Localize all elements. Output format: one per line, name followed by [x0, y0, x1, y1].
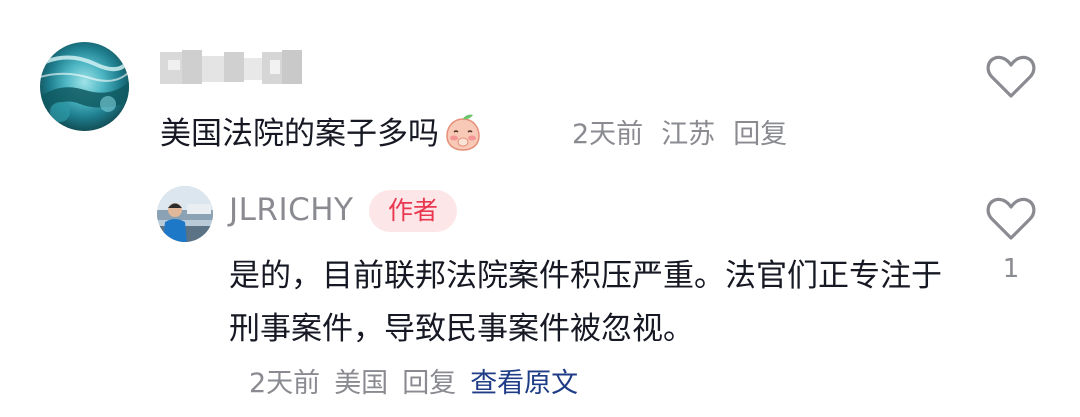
comment-reply-button[interactable]: 回复 — [733, 119, 787, 150]
reply-text-block: 是的，目前联邦法院案件积压严重。法官们正专注于刑事案件，导致民事案件被忽视。 2天… — [229, 250, 949, 410]
author-username[interactable]: JLRICHY — [229, 188, 354, 232]
reply-location: 美国 — [334, 368, 389, 399]
reply-like-count: 1 — [1002, 254, 1020, 284]
reply-time: 2天前 — [249, 368, 321, 399]
reply-like-heart-icon[interactable] — [986, 196, 1036, 242]
reply-body: 是的，目前联邦法院案件积压严重。法官们正专注于刑事案件，导致民事案件被忽视。 — [229, 258, 942, 347]
view-original-link[interactable]: 查看原文 — [470, 368, 578, 399]
comment-time: 2天前 — [572, 119, 644, 150]
author-avatar[interactable] — [157, 186, 213, 242]
commenter-username-obscured[interactable] — [160, 46, 302, 88]
comment-body: 美国法院的案子多吗 — [160, 116, 439, 152]
reply-meta: 2天前 美国 回复 查看原文 — [249, 368, 578, 399]
like-heart-icon[interactable] — [986, 54, 1036, 100]
commenter-avatar[interactable] — [40, 42, 129, 131]
comment-meta: 2天前 江苏 回复 — [572, 115, 787, 155]
author-badge: 作者 — [369, 190, 457, 232]
shy-peach-emoji-icon — [443, 112, 483, 152]
comment-location: 江苏 — [661, 119, 716, 150]
comment-text: 美国法院的案子多吗 — [160, 112, 483, 156]
reply-reply-button[interactable]: 回复 — [402, 368, 456, 399]
comment-thread: 美国法院的案子多吗 2天前 江苏 回复 JLRICHY 作者 是的，目前联邦法院… — [0, 0, 1080, 417]
